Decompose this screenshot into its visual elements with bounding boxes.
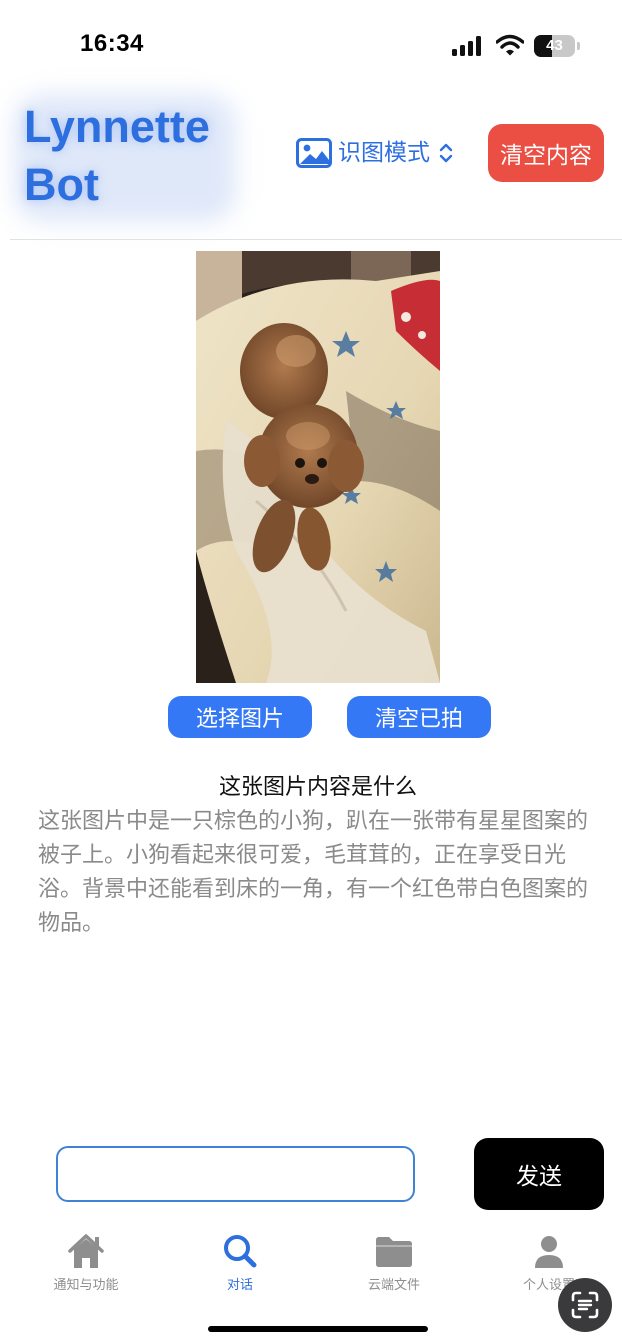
tab-chat[interactable]: 对话 xyxy=(180,1232,300,1298)
tab-label: 对话 xyxy=(226,1278,253,1293)
send-button[interactable]: 发送 xyxy=(474,1138,604,1210)
question-text: 这张图片内容是什么 xyxy=(218,775,417,800)
header: Lynnette Bot 识图模式 清空内容 xyxy=(0,80,622,240)
tab-label: 通知与功能 xyxy=(53,1278,119,1293)
status-time: 16:34 xyxy=(80,30,144,57)
app-title: Lynnette Bot xyxy=(24,101,210,210)
tab-notifications[interactable]: 通知与功能 xyxy=(26,1232,146,1298)
answer-text: 这张图片中是一只棕色的小狗，趴在一张带有星星图案的被子上。小狗看起来很可爱，毛茸… xyxy=(38,809,589,936)
search-icon xyxy=(224,1235,257,1268)
chevron-up-down-icon xyxy=(439,143,453,163)
home-icon xyxy=(68,1234,104,1268)
message-input[interactable] xyxy=(56,1146,415,1202)
dog-photo xyxy=(196,251,440,683)
tab-bar: 通知与功能 对话 云端文件 个人设置 xyxy=(0,1232,622,1302)
clear-content-button[interactable]: 清空内容 xyxy=(488,124,604,182)
header-divider xyxy=(10,239,622,240)
tab-cloud-files[interactable]: 云端文件 xyxy=(334,1232,454,1298)
signal-icon xyxy=(452,36,481,56)
scan-text-button[interactable] xyxy=(558,1278,612,1332)
folder-icon xyxy=(376,1237,412,1267)
person-icon xyxy=(535,1236,563,1268)
wifi-icon xyxy=(496,34,524,56)
tab-label: 云端文件 xyxy=(367,1278,420,1293)
clear-taken-button[interactable]: 清空已拍 xyxy=(347,696,491,738)
battery-icon: 43 xyxy=(534,35,580,57)
photo-icon xyxy=(296,138,332,168)
mode-selector[interactable]: 识图模式 xyxy=(296,136,454,170)
choose-image-button[interactable]: 选择图片 xyxy=(168,696,312,738)
status-bar: 16:34 43 xyxy=(0,0,622,80)
home-indicator xyxy=(208,1326,428,1332)
mode-label: 识图模式 xyxy=(338,140,430,166)
battery-level: 43 xyxy=(546,37,563,54)
scan-text-icon xyxy=(571,1291,599,1319)
